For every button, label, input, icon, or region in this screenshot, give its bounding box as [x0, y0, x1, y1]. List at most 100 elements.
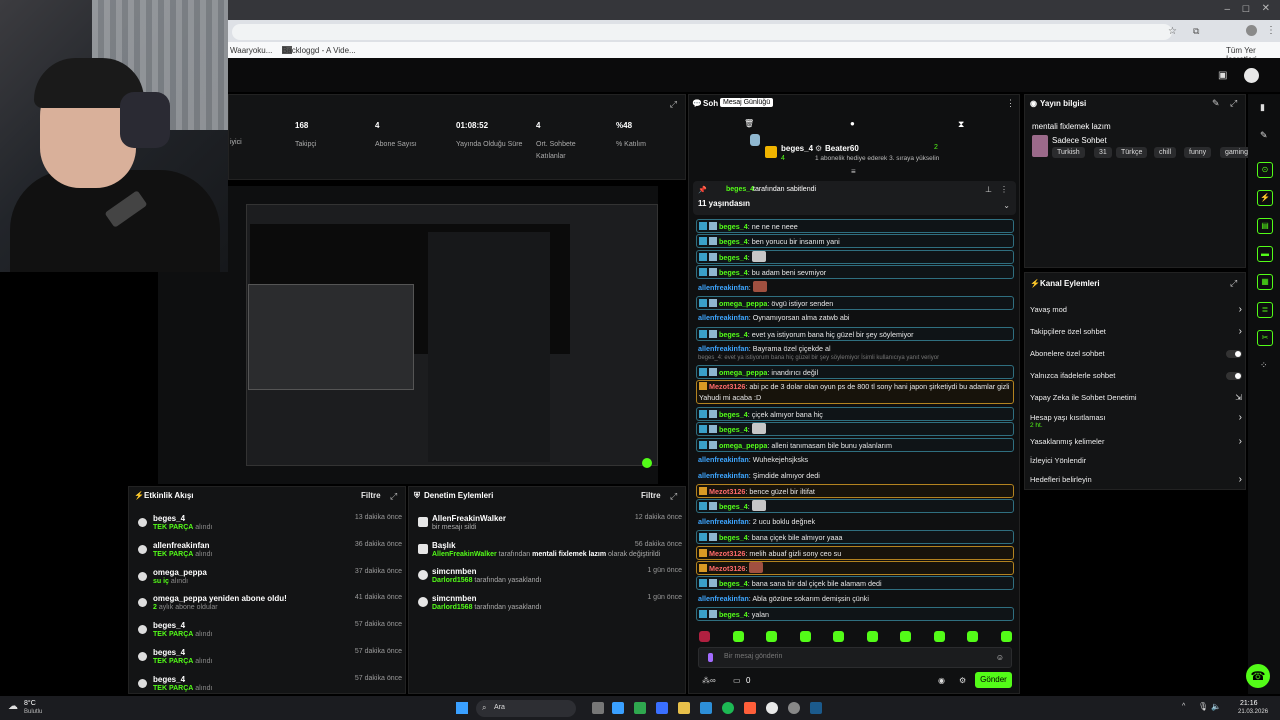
mod-item[interactable]: Başlık AllenFreakinWalker tarafından men… — [416, 541, 682, 567]
expand-icon[interactable]: ⤢ — [670, 99, 677, 110]
activity-item[interactable]: omega_peppa su iç alındı 37 dakika önce — [136, 568, 402, 594]
chat-menu-icon[interactable]: ⋮ — [1006, 98, 1015, 109]
channel-action-item[interactable]: Hedefleri belirleyin › — [1030, 473, 1242, 487]
extensions-icon[interactable]: ⧉ — [1193, 26, 1199, 37]
channel-action-item[interactable]: Yasaklanmış kelimeler › — [1030, 435, 1242, 449]
emote-button[interactable] — [967, 631, 978, 642]
chat-message[interactable]: beges_4: bana sana bir dal çiçek bile al… — [696, 576, 1014, 591]
gifter-1-name[interactable]: beges_4 — [781, 144, 813, 153]
emote-button[interactable] — [699, 631, 710, 642]
emote-button[interactable] — [900, 631, 911, 642]
moderation-expand-icon[interactable]: ⤢ — [670, 491, 677, 502]
chat-message[interactable]: allenfreakinfan: 2 ucu boklu değnek — [696, 515, 1014, 529]
moderation-filter[interactable]: Filtre — [641, 491, 661, 500]
channel-action-item[interactable]: Yavaş mod › — [1030, 303, 1242, 317]
rail-top-icon[interactable]: ▮ — [1260, 102, 1265, 113]
chat-message[interactable]: beges_4: — [696, 422, 1014, 437]
channel-action-item[interactable]: Abonelere özel sohbet — [1030, 347, 1242, 361]
pinned-message[interactable]: 📌 beges_4 tarafından sabitlendi 11 yaşın… — [693, 181, 1016, 215]
chat-message[interactable]: Mezot3126: bence güzel bir iltifat — [696, 484, 1014, 498]
address-input[interactable] — [232, 24, 1172, 40]
pinned-menu-icon[interactable]: ⋮ — [1000, 185, 1008, 194]
menu-icon[interactable]: ⋮ — [1266, 25, 1276, 36]
activity-item[interactable]: beges_4 TEK PARÇA alındı 57 dakika önce — [136, 621, 402, 647]
mod-item[interactable]: simcnmben Darlord1568 tarafından yasakla… — [416, 567, 682, 593]
stream-tag[interactable]: 31 — [1094, 147, 1112, 158]
rail-target-icon[interactable]: ⊙ — [1257, 162, 1273, 178]
channel-action-item[interactable]: Hesap yaşı kısıtlaması 2 ht. › — [1030, 411, 1242, 429]
channel-action-item[interactable]: İzleyici Yönlendir — [1030, 454, 1242, 468]
rail-wrench-icon[interactable]: ✂ — [1257, 330, 1273, 346]
gifter-2-name[interactable]: Beater60 — [825, 144, 859, 153]
speaker-icon[interactable]: 🔈 — [1211, 702, 1221, 711]
collapse-icon[interactable]: ≡ — [851, 167, 856, 176]
chat-message[interactable]: beges_4: bu adam beni sevmiyor — [696, 265, 1014, 280]
emote-button[interactable] — [833, 631, 844, 642]
chat-message[interactable]: allenfreakinfan: Abla gözüne sokarım dem… — [696, 592, 1014, 606]
emote-button[interactable] — [799, 631, 811, 642]
stream-preview[interactable] — [158, 186, 658, 484]
activity-expand-icon[interactable]: ⤢ — [390, 491, 397, 502]
chat-message[interactable]: Mezot3126: abi pc de 3 dolar olan oyun p… — [696, 380, 1014, 404]
help-button[interactable]: ☎ — [1246, 664, 1270, 688]
chrome-icon[interactable] — [766, 702, 778, 714]
activity-item[interactable]: allenfreakinfan TEK PARÇA alındı 36 dakika… — [136, 541, 402, 567]
toggle-switch[interactable] — [1226, 372, 1242, 380]
stream-tag[interactable]: Turkish — [1052, 147, 1085, 158]
stream-tag[interactable]: funny — [1184, 147, 1212, 158]
theater-icon[interactable]: ▣ — [1218, 70, 1227, 81]
maximize-icon[interactable]: ☐ — [1242, 4, 1250, 15]
channel-action-item[interactable]: Yalnızca ifadelerle sohbet — [1030, 369, 1242, 383]
chat-message[interactable]: beges_4: çiçek almıyor bana hiç — [696, 407, 1014, 421]
chat-message[interactable]: beges_4: — [696, 499, 1014, 514]
store-icon[interactable] — [700, 702, 712, 714]
chat-message[interactable]: beges_4: bana çiçek bile almıyor yaaa — [696, 530, 1014, 545]
emote-button[interactable] — [1000, 631, 1012, 642]
rail-shapes-icon[interactable]: ⁘ — [1260, 360, 1268, 371]
chat-message[interactable]: beges_4: ne ne ne neee — [696, 219, 1014, 233]
channel-action-item[interactable]: Takipçilere özel sohbet › — [1030, 325, 1242, 339]
obs-icon[interactable] — [788, 702, 800, 714]
task-view-icon[interactable] — [592, 702, 604, 714]
xbox-icon[interactable] — [634, 702, 646, 714]
rail-grid-icon[interactable]: ▦ — [1257, 274, 1273, 290]
close-icon[interactable]: ✕ — [1262, 3, 1270, 14]
chat-message[interactable]: Mezot3126: — [696, 561, 1014, 575]
chat-message[interactable]: omega_peppa: alleni tanımasam bile bunu … — [696, 437, 1014, 452]
emote-button[interactable] — [732, 631, 744, 642]
emoji-icon[interactable]: ☺ — [996, 653, 1004, 662]
channel-actions-expand-icon[interactable]: ⤢ — [1230, 278, 1237, 289]
chat-bubble-icon[interactable]: ● — [850, 119, 855, 128]
gift-icon[interactable]: ▭ — [733, 676, 741, 685]
bookmark-waaryoku[interactable]: Waaryoku... — [230, 46, 272, 55]
rail-doc-icon[interactable]: ▤ — [1257, 218, 1273, 234]
star-icon[interactable]: ☆ — [1168, 26, 1177, 37]
settings-icon[interactable]: ⚙ — [959, 676, 966, 685]
chat-message[interactable]: beges_4: — [696, 249, 1014, 264]
windows-start-icon[interactable] — [456, 702, 468, 714]
bookmark-backloggd[interactable]: Backloggd - A Vide... — [282, 46, 356, 55]
channel-action-item[interactable]: Yapay Zeka ile Sohbet Denetimi ⇲ — [1030, 391, 1242, 405]
hourglass-icon[interactable]: ⧗ — [958, 119, 964, 130]
toggle-switch[interactable] — [1226, 350, 1242, 358]
rail-stack-icon[interactable]: ≣ — [1257, 302, 1273, 318]
profile-avatar[interactable] — [1246, 25, 1257, 36]
stream-tag[interactable]: chill — [1154, 147, 1177, 158]
activity-filter[interactable]: Filtre — [361, 491, 381, 500]
category-name[interactable]: Sadece Sohbet — [1052, 136, 1107, 145]
user-avatar[interactable] — [1244, 68, 1259, 83]
emote-button[interactable] — [766, 631, 777, 642]
chat-message[interactable]: allenfreakinfan: Wuhekejehsjksks — [696, 453, 1014, 467]
rail-bolt-icon[interactable]: ⚡ — [1257, 190, 1273, 206]
app-icon[interactable] — [656, 702, 668, 714]
tray-chevron-icon[interactable]: ^ — [1182, 703, 1185, 710]
chat-message[interactable]: beges_4: yalan — [696, 607, 1014, 622]
mod-item[interactable]: AllenFreakinWalker bir mesajı sildi 12 d… — [416, 514, 682, 540]
file-explorer-icon[interactable] — [678, 702, 690, 714]
mod-item[interactable]: simcnmben Darlord1568 tarafından yasakla… — [416, 594, 682, 620]
stream-tag[interactable]: Türkçe — [1116, 147, 1148, 158]
activity-item[interactable]: beges_4 TEK PARÇA alındı 13 dakika önce — [136, 514, 402, 540]
edit-icon[interactable]: ✎ — [1212, 98, 1220, 109]
points-icon[interactable]: ⁂∞ — [702, 676, 716, 685]
chat-message[interactable]: omega_peppa: övgü istiyor senden — [696, 296, 1014, 310]
